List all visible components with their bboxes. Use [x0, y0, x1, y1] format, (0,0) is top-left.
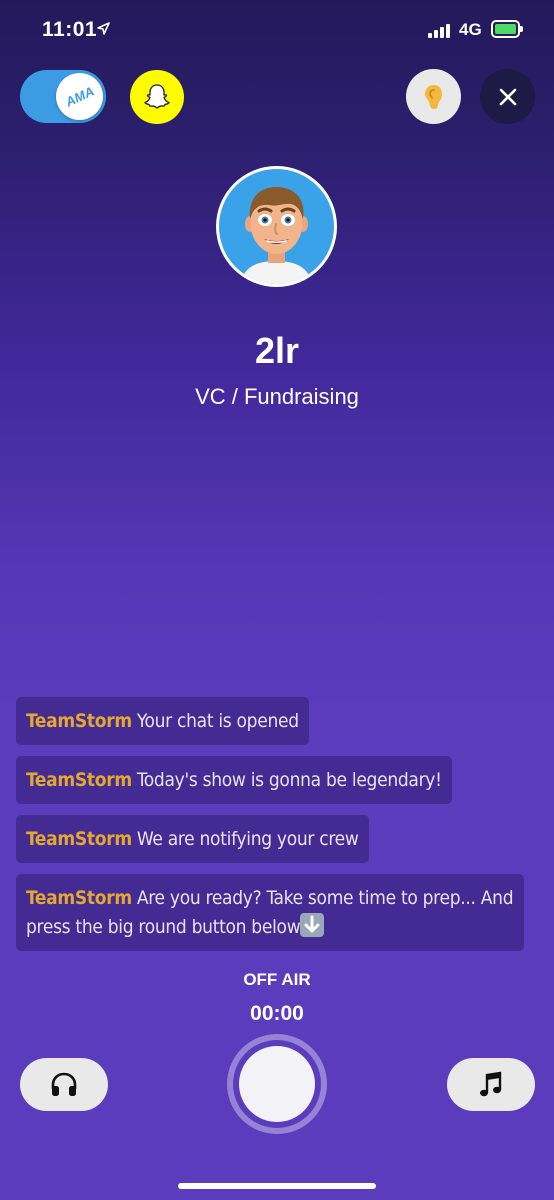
snapchat-button[interactable] [130, 70, 184, 124]
network-type: 4G [459, 20, 482, 39]
record-button-ring [233, 1040, 321, 1128]
chat-message: TeamStorm Are you ready? Take some time t… [16, 874, 524, 951]
profile-subtitle: VC / Fundraising [195, 384, 359, 409]
music-note-icon [480, 1071, 502, 1096]
music-button[interactable] [447, 1058, 535, 1111]
record-button[interactable] [227, 1034, 327, 1134]
ama-toggle-knob: AMA [56, 73, 103, 120]
location-arrow-icon [97, 22, 110, 35]
home-indicator[interactable] [178, 1183, 376, 1189]
chat-sender: TeamStorm [26, 887, 132, 909]
chat-text: Your chat is opened [136, 710, 299, 732]
listen-button[interactable] [406, 69, 461, 124]
close-button[interactable] [480, 69, 535, 124]
ear-icon [424, 84, 442, 109]
battery-charging-icon [491, 20, 523, 38]
chat-message: TeamStorm Today's show is gonna be legend… [16, 756, 452, 804]
snapchat-ghost-icon [144, 84, 170, 109]
chat-message: TeamStorm We are notifying your crew [16, 815, 369, 863]
bitmoji-avatar-icon [219, 169, 334, 284]
status-bar: 11:01 4G [0, 0, 554, 60]
headphones-button[interactable] [20, 1058, 108, 1111]
chat-message: TeamStorm Your chat is opened [16, 697, 309, 745]
avatar[interactable] [216, 166, 337, 287]
profile-username: 2lr [254, 330, 300, 371]
chat-text: We are notifying your crew [136, 828, 359, 850]
headphones-icon [51, 1072, 77, 1096]
chat-text: Today's show is gonna be legendary! [136, 769, 442, 791]
chat-list: TeamStorm Your chat is opened TeamStorm To… [16, 697, 526, 962]
ama-toggle[interactable]: AMA [20, 70, 106, 123]
ama-label: AMA [62, 83, 97, 110]
record-button-icon [239, 1046, 315, 1122]
chat-sender: TeamStorm [26, 769, 132, 791]
down-arrow-icon [300, 913, 325, 937]
signal-bars-icon [428, 24, 450, 38]
status-time: 11:01 [42, 18, 98, 41]
broadcast-status: OFF AIR [243, 970, 311, 989]
chat-sender: TeamStorm [26, 710, 132, 732]
chat-sender: TeamStorm [26, 828, 132, 850]
broadcast-timer: 00:00 [250, 1002, 304, 1025]
close-icon [499, 88, 516, 105]
